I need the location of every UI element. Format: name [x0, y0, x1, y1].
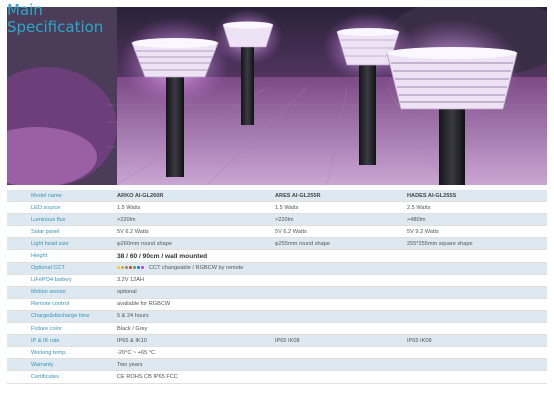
table-row: LiFePO4 battery 3.2V 12AH [7, 274, 547, 287]
table-cell: Black / Grey [93, 322, 251, 336]
table-cell: >220lm [93, 213, 251, 227]
table-cell: φ260mm round shape [93, 237, 251, 251]
table-row: LED source 1.5 Watts 1.5 Watts 2.5 Watts [7, 201, 547, 215]
table-row: Fixture color Black / Grey [7, 322, 547, 336]
table-cell [251, 370, 383, 384]
table-cell: -20°C ~ +65 °C [93, 346, 251, 360]
table-row: Height 38 / 60 / 90cm / wall mounted [7, 249, 547, 263]
table-cell [251, 322, 383, 336]
table-header-row: Model name ARKO AI-GL260R ARES AI-GL255R… [7, 190, 547, 203]
table-cell [383, 298, 547, 311]
row-label: Solar panel [7, 225, 93, 239]
table-row: Remote control available for RGBCW [7, 298, 547, 311]
table-cell [383, 249, 547, 263]
row-label: Height [7, 249, 93, 263]
color-dot [133, 266, 136, 270]
table-cell [383, 310, 547, 324]
row-label: Certificates [7, 370, 93, 384]
table-cell: Two years [93, 358, 251, 372]
header-cell: ARES AI-GL255R [251, 190, 383, 203]
table-cell: φ255mm round shape [251, 237, 383, 251]
row-label: Remote control [7, 298, 93, 311]
table-cell [251, 310, 383, 324]
row-label: Working temp. [7, 346, 93, 360]
table-cell [251, 346, 383, 360]
table-cell [383, 262, 547, 275]
page-title: Main Specification [7, 2, 107, 36]
table-cell [251, 298, 383, 311]
table-cell: 1.5 Watts [251, 201, 383, 215]
row-label: Optional CCT [7, 262, 93, 275]
table-cell: 5V 6.2 Watts [251, 225, 383, 239]
table-cell: 255*255mm square shape [383, 237, 547, 251]
table-cell: IP65 IK08 [383, 334, 547, 348]
table-row: IP & IK rate IP65 & IK10 IP65 IK08 IP65 … [7, 334, 547, 348]
row-label: LiFePO4 battery [7, 274, 93, 287]
table-row: Optional CCT CCT changeable / RGBCW by r… [7, 262, 547, 275]
table-cell [383, 274, 547, 287]
table-cell: CCT changeable / RGBCW by remote [93, 262, 251, 275]
color-dot [129, 266, 132, 270]
row-label: Light head size [7, 237, 93, 251]
table-cell [383, 346, 547, 360]
table-cell: 1.5 Watts [93, 201, 251, 215]
table-row: Solar panel 5V 6.2 Watts 5V 6.2 Watts 5V… [7, 225, 547, 239]
table-cell [251, 274, 383, 287]
table-cell [251, 358, 383, 372]
table-cell [251, 262, 383, 275]
table-cell: 5 & 24 hours [93, 310, 251, 324]
color-dot [125, 266, 128, 270]
table-cell: >220lm [251, 213, 383, 227]
header-cell: ARKO AI-GL260R [93, 190, 251, 203]
table-cell: >480lm [383, 213, 547, 227]
table-row: Motion sensor optional [7, 286, 547, 299]
header-cell: Model name [7, 190, 93, 203]
table-cell: 5V 6.2 Watts [93, 225, 251, 239]
table-row: Charge&discharge time 5 & 24 hours [7, 310, 547, 324]
table-cell [383, 370, 547, 384]
color-dot [137, 266, 140, 270]
color-dot [121, 266, 124, 270]
table-cell [383, 286, 547, 299]
table-cell [251, 286, 383, 299]
cct-text: CCT changeable / RGBCW by remote [149, 265, 244, 272]
table-cell: IP65 & IK10 [93, 334, 251, 348]
color-dot [117, 266, 120, 270]
table-cell: optional [93, 286, 251, 299]
table-row: Luminous flux >220lm >220lm >480lm [7, 213, 547, 227]
row-label: IP & IK rate [7, 334, 93, 348]
table-row: Warranty Two years [7, 358, 547, 372]
table-cell: 5V 9.2 Watts [383, 225, 547, 239]
header-cell: HADES AI-GL255S [383, 190, 547, 203]
table-cell [251, 249, 383, 263]
row-label: Warranty [7, 358, 93, 372]
row-label: Luminous flux [7, 213, 93, 227]
table-cell: 38 / 60 / 90cm / wall mounted [93, 249, 251, 263]
table-cell: CE ROHS CB IP65 FCC [93, 370, 251, 384]
row-label: LED source [7, 201, 93, 215]
table-cell: 2.5 Watts [383, 201, 547, 215]
row-label: Fixture color [7, 322, 93, 336]
table-cell: available for RGBCW [93, 298, 251, 311]
table-cell: 3.2V 12AH [93, 274, 251, 287]
table-cell [383, 358, 547, 372]
table-cell: IP65 IK08 [251, 334, 383, 348]
table-row: Working temp. -20°C ~ +65 °C [7, 346, 547, 360]
cct-color-dots [117, 265, 145, 271]
table-cell [383, 322, 547, 336]
title-line-1: Main [7, 1, 43, 19]
table-row: Certificates CE ROHS CB IP65 FCC [7, 370, 547, 384]
color-dot [141, 266, 144, 270]
spec-table: Model name ARKO AI-GL260R ARES AI-GL255R… [7, 190, 547, 384]
row-label: Motion sensor [7, 286, 93, 299]
table-row: Light head size φ260mm round shape φ255m… [7, 237, 547, 251]
row-label: Charge&discharge time [7, 310, 93, 324]
title-line-2: Specification [7, 18, 104, 36]
